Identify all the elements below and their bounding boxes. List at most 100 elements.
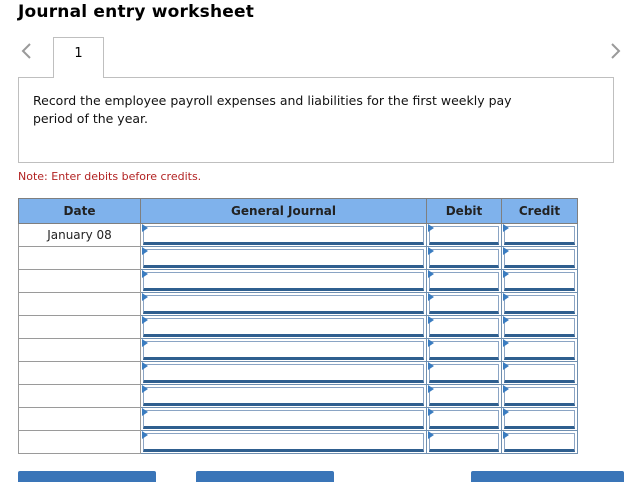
debit-cell bbox=[426, 223, 502, 247]
dropdown-marker-icon bbox=[428, 385, 434, 393]
account-input[interactable] bbox=[143, 272, 424, 291]
dropdown-marker-icon bbox=[142, 247, 148, 255]
credit-input[interactable] bbox=[504, 410, 575, 429]
header-general-journal: General Journal bbox=[140, 198, 427, 224]
dropdown-marker-icon bbox=[428, 270, 434, 278]
dropdown-marker-icon bbox=[142, 408, 148, 416]
table-header-row: Date General Journal Debit Credit bbox=[18, 198, 578, 224]
credit-input[interactable] bbox=[504, 249, 575, 268]
account-input[interactable] bbox=[143, 341, 424, 360]
table-row bbox=[18, 338, 578, 362]
dropdown-marker-icon bbox=[428, 362, 434, 370]
account-input[interactable] bbox=[143, 364, 424, 383]
dropdown-marker-icon bbox=[503, 385, 509, 393]
dropdown-marker-icon bbox=[428, 293, 434, 301]
debit-input[interactable] bbox=[429, 364, 499, 383]
credit-cell bbox=[501, 407, 578, 431]
credit-cell bbox=[501, 292, 578, 316]
debit-input[interactable] bbox=[429, 318, 499, 337]
account-input[interactable] bbox=[143, 410, 424, 429]
debit-cell bbox=[426, 269, 502, 293]
debit-input[interactable] bbox=[429, 226, 499, 245]
account-cell bbox=[140, 384, 427, 408]
tab-label: 1 bbox=[74, 46, 83, 61]
tab-1[interactable]: 1 bbox=[53, 37, 104, 78]
credit-input[interactable] bbox=[504, 341, 575, 360]
credit-cell bbox=[501, 361, 578, 385]
account-input[interactable] bbox=[143, 387, 424, 406]
debit-cell bbox=[426, 361, 502, 385]
dropdown-marker-icon bbox=[142, 385, 148, 393]
dropdown-marker-icon bbox=[142, 431, 148, 439]
credit-input[interactable] bbox=[504, 433, 575, 452]
date-cell bbox=[18, 407, 141, 431]
account-cell bbox=[140, 269, 427, 293]
credit-cell bbox=[501, 430, 578, 454]
debit-input[interactable] bbox=[429, 341, 499, 360]
debit-input[interactable] bbox=[429, 433, 499, 452]
date-cell bbox=[18, 338, 141, 362]
date-cell bbox=[18, 361, 141, 385]
clear-entry-button[interactable] bbox=[196, 471, 334, 482]
table-row bbox=[18, 315, 578, 339]
next-button[interactable] bbox=[608, 42, 622, 60]
debit-input[interactable] bbox=[429, 249, 499, 268]
dropdown-marker-icon bbox=[503, 431, 509, 439]
account-input[interactable] bbox=[143, 433, 424, 452]
date-cell bbox=[18, 246, 141, 270]
date-cell bbox=[18, 292, 141, 316]
dropdown-marker-icon bbox=[428, 339, 434, 347]
dropdown-marker-icon bbox=[503, 362, 509, 370]
dropdown-marker-icon bbox=[503, 339, 509, 347]
date-cell bbox=[18, 430, 141, 454]
dropdown-marker-icon bbox=[142, 339, 148, 347]
credit-cell bbox=[501, 246, 578, 270]
dropdown-marker-icon bbox=[503, 316, 509, 324]
date-cell bbox=[18, 315, 141, 339]
debit-input[interactable] bbox=[429, 387, 499, 406]
account-cell bbox=[140, 315, 427, 339]
dropdown-marker-icon bbox=[428, 408, 434, 416]
debit-cell bbox=[426, 338, 502, 362]
page-title: Journal entry worksheet bbox=[18, 2, 255, 22]
view-general-journal-button[interactable] bbox=[471, 471, 624, 482]
account-input[interactable] bbox=[143, 226, 424, 245]
prev-button[interactable] bbox=[20, 42, 34, 60]
debit-cell bbox=[426, 430, 502, 454]
debit-cell bbox=[426, 407, 502, 431]
table-row bbox=[18, 246, 578, 270]
credit-input[interactable] bbox=[504, 387, 575, 406]
date-cell: January 08 bbox=[18, 223, 141, 247]
account-input[interactable] bbox=[143, 318, 424, 337]
debit-input[interactable] bbox=[429, 410, 499, 429]
dropdown-marker-icon bbox=[142, 293, 148, 301]
credit-input[interactable] bbox=[504, 318, 575, 337]
table-row bbox=[18, 384, 578, 408]
credit-cell bbox=[501, 338, 578, 362]
dropdown-marker-icon bbox=[503, 270, 509, 278]
dropdown-marker-icon bbox=[428, 247, 434, 255]
chevron-right-icon bbox=[611, 43, 621, 59]
credit-cell bbox=[501, 384, 578, 408]
debit-input[interactable] bbox=[429, 295, 499, 314]
record-entry-button[interactable] bbox=[18, 471, 156, 482]
credit-input[interactable] bbox=[504, 226, 575, 245]
credit-input[interactable] bbox=[504, 295, 575, 314]
credit-input[interactable] bbox=[504, 364, 575, 383]
account-input[interactable] bbox=[143, 295, 424, 314]
debit-input[interactable] bbox=[429, 272, 499, 291]
account-input[interactable] bbox=[143, 249, 424, 268]
date-cell bbox=[18, 269, 141, 293]
account-cell bbox=[140, 361, 427, 385]
dropdown-marker-icon bbox=[142, 362, 148, 370]
note-text: Note: Enter debits before credits. bbox=[18, 170, 202, 183]
date-cell bbox=[18, 384, 141, 408]
prompt-panel: Record the employee payroll expenses and… bbox=[18, 77, 614, 163]
header-credit: Credit bbox=[501, 198, 578, 224]
table-row bbox=[18, 269, 578, 293]
credit-input[interactable] bbox=[504, 272, 575, 291]
dropdown-marker-icon bbox=[142, 224, 148, 232]
account-cell bbox=[140, 292, 427, 316]
header-debit: Debit bbox=[426, 198, 502, 224]
journal-table: Date General Journal Debit Credit Januar… bbox=[18, 198, 578, 454]
